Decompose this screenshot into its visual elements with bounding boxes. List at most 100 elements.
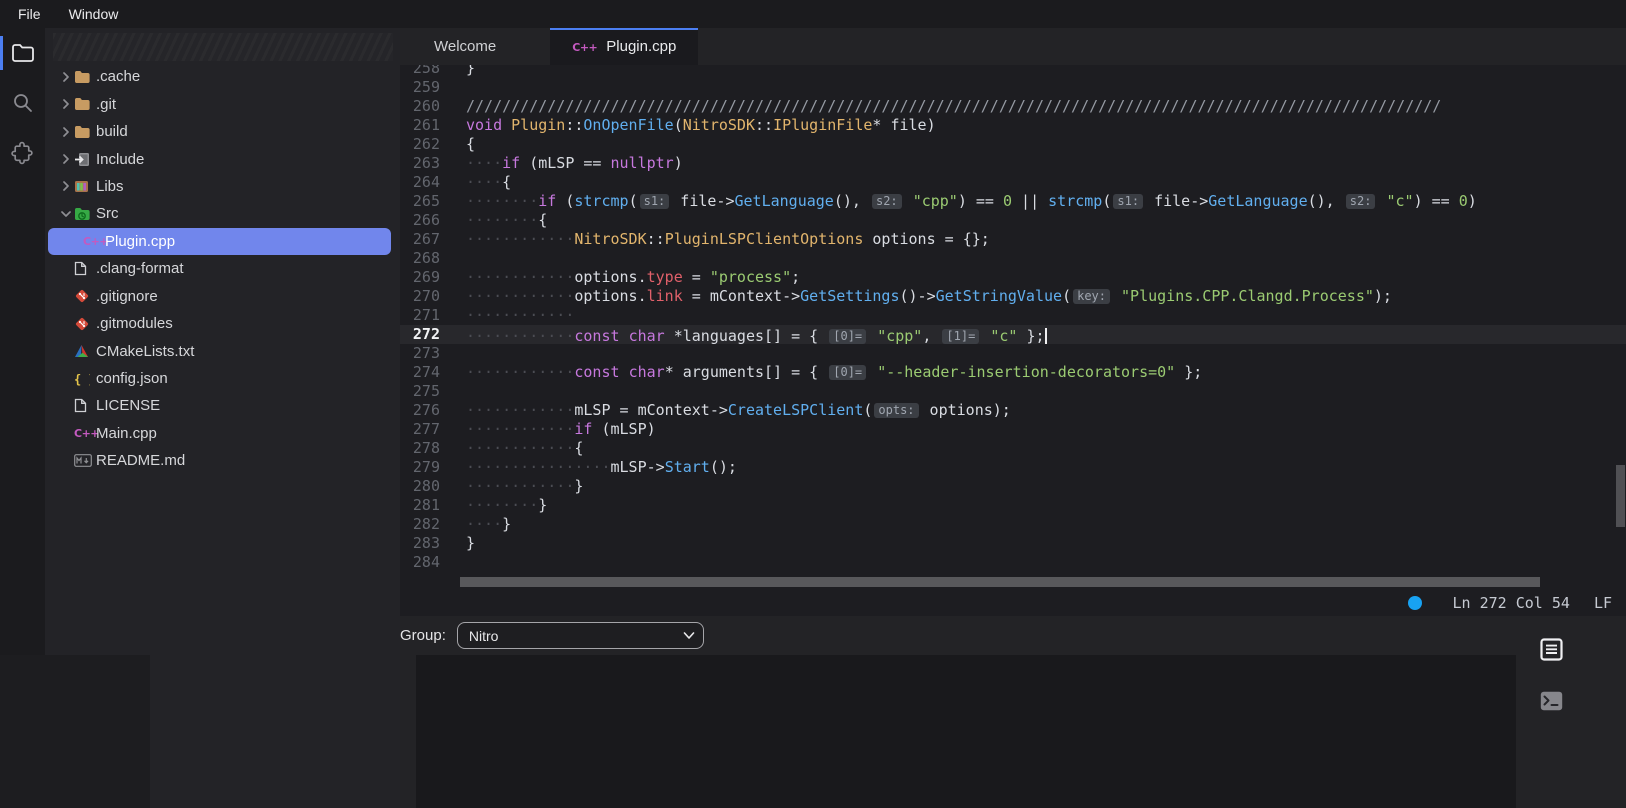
code-text: void Plugin::OnOpenFile(NitroSDK::IPlugi…: [466, 116, 936, 135]
chevron-right-icon[interactable]: [57, 181, 74, 191]
code-line-270[interactable]: 270············options.link = mContext->…: [400, 287, 1626, 306]
search-icon[interactable]: [0, 78, 45, 128]
code-line-283[interactable]: 283}: [400, 534, 1626, 553]
code-line-268[interactable]: 268: [400, 249, 1626, 268]
code-text: ········{: [466, 211, 547, 230]
inlay-hint: s1:: [1113, 194, 1143, 209]
code-line-282[interactable]: 282····}: [400, 515, 1626, 534]
code-line-278[interactable]: 278············{: [400, 439, 1626, 458]
tree-item--clang-format[interactable]: .clang-format: [45, 255, 400, 282]
line-number: 260: [400, 97, 440, 116]
tree-item--gitignore[interactable]: .gitignore: [45, 283, 400, 310]
chevron-right-icon[interactable]: [57, 99, 74, 109]
code-line-258[interactable]: 258}: [400, 65, 1626, 78]
code-line-264[interactable]: 264····{: [400, 173, 1626, 192]
chevron-right-icon[interactable]: [57, 127, 74, 137]
output-panel: [416, 655, 1516, 808]
code-line-263[interactable]: 263····if (mLSP == nullptr): [400, 154, 1626, 173]
files-icon[interactable]: [0, 28, 45, 78]
code-line-267[interactable]: 267············NitroSDK::PluginLSPClient…: [400, 230, 1626, 249]
line-number: 276: [400, 401, 440, 420]
code-line-281[interactable]: 281········}: [400, 496, 1626, 515]
tree-item-src[interactable]: Src: [45, 200, 400, 227]
tree-item--cache[interactable]: .cache: [45, 63, 400, 90]
code-line-271[interactable]: 271············: [400, 306, 1626, 325]
code-line-273[interactable]: 273: [400, 344, 1626, 363]
tree-item-include[interactable]: Include: [45, 145, 400, 172]
tree-item-label: .gitignore: [96, 288, 158, 305]
terminal-icon[interactable]: [1538, 688, 1564, 714]
tree-item-label: build: [96, 123, 128, 140]
menu-window[interactable]: Window: [69, 6, 119, 22]
line-number: 284: [400, 553, 440, 572]
svg-text:{ }: { }: [74, 372, 90, 386]
tree-item-cmakelists-txt[interactable]: CMakeLists.txt: [45, 337, 400, 364]
code-line-277[interactable]: 277············if (mLSP): [400, 420, 1626, 439]
code-line-260[interactable]: 260 /////////////////////////////////////…: [400, 97, 1626, 116]
extensions-icon[interactable]: [0, 128, 45, 178]
tab-welcome[interactable]: Welcome: [412, 28, 518, 65]
chevron-right-icon[interactable]: [57, 72, 74, 82]
tree-item-config-json[interactable]: { } config.json: [45, 365, 400, 392]
file-tree: .cache .git build Include Libs SrcC++Plugin.c…: [45, 63, 400, 475]
editor-tab-bar: Welcome C++Plugin.cpp: [400, 28, 1626, 65]
code-line-280[interactable]: 280············}: [400, 477, 1626, 496]
code-line-276[interactable]: 276············mLSP = mContext->CreateLS…: [400, 401, 1626, 420]
code-line-269[interactable]: 269············options.type = "process";: [400, 268, 1626, 287]
code-text: ············const char* arguments[] = { …: [466, 363, 1202, 382]
git-icon: [74, 288, 96, 304]
horizontal-scrollbar[interactable]: [460, 577, 1540, 587]
line-number: 267: [400, 230, 440, 249]
tree-item-label: .cache: [96, 68, 140, 85]
bottom-left-panel: [0, 655, 150, 808]
code-text: ············options.type = "process";: [466, 268, 800, 287]
code-line-275[interactable]: 275: [400, 382, 1626, 401]
status-line-col: Ln 272 Col 54: [1453, 594, 1570, 612]
folder-icon: [74, 70, 96, 84]
code-line-272[interactable]: 272············const char *languages[] =…: [400, 325, 1626, 344]
code-line-284[interactable]: 284: [400, 553, 1626, 572]
tree-item-readme-md[interactable]: README.md: [45, 447, 400, 474]
code-line-274[interactable]: 274············const char* arguments[] =…: [400, 363, 1626, 382]
tree-item-plugin-cpp[interactable]: C++Plugin.cpp: [45, 228, 400, 255]
code-area[interactable]: 258}259260 //////////////////////////////…: [400, 65, 1626, 618]
code-line-259[interactable]: 259: [400, 78, 1626, 97]
cmake-icon: [74, 344, 96, 358]
menu-bar: File Window: [0, 0, 1626, 28]
md-icon: [74, 454, 96, 467]
libs-icon: [74, 179, 96, 193]
line-number: 268: [400, 249, 440, 268]
code-text: ////////////////////////////////////////…: [466, 97, 1441, 116]
code-text: }: [466, 534, 475, 553]
tree-item--gitmodules[interactable]: .gitmodules: [45, 310, 400, 337]
status-dot-icon: [1408, 596, 1422, 610]
code-text: ············}: [466, 477, 583, 496]
tab-plugin-cpp[interactable]: C++Plugin.cpp: [550, 28, 698, 65]
cpp-icon: C++: [74, 427, 96, 440]
code-line-279[interactable]: 279················mLSP->Start();: [400, 458, 1626, 477]
chevron-down-icon[interactable]: [57, 209, 74, 219]
inlay-hint: opts:: [874, 403, 918, 418]
code-line-262[interactable]: 262{: [400, 135, 1626, 154]
code-line-261[interactable]: 261void Plugin::OnOpenFile(NitroSDK::IPl…: [400, 116, 1626, 135]
tree-item-label: config.json: [96, 370, 168, 387]
group-select[interactable]: Nitro: [457, 622, 704, 649]
group-toolbar: Group: Nitro: [400, 616, 1516, 655]
output-icon[interactable]: [1538, 636, 1564, 662]
tree-item-license[interactable]: LICENSE: [45, 392, 400, 419]
tree-item-label: Libs: [96, 178, 124, 195]
group-select-wrap: Nitro: [457, 622, 704, 649]
vertical-scrollbar[interactable]: [1616, 465, 1625, 527]
tree-item-main-cpp[interactable]: C++Main.cpp: [45, 420, 400, 447]
tab-label: Welcome: [434, 38, 496, 55]
chevron-right-icon[interactable]: [57, 154, 74, 164]
tree-item-build[interactable]: build: [45, 118, 400, 145]
folder-icon: [74, 97, 96, 111]
menu-file[interactable]: File: [18, 6, 41, 22]
code-line-265[interactable]: 265········if (strcmp(s1: file->GetLangu…: [400, 192, 1626, 211]
tree-item-label: CMakeLists.txt: [96, 343, 194, 360]
tree-item-libs[interactable]: Libs: [45, 173, 400, 200]
code-line-266[interactable]: 266········{: [400, 211, 1626, 230]
json-icon: { }: [74, 372, 96, 386]
tree-item--git[interactable]: .git: [45, 90, 400, 117]
